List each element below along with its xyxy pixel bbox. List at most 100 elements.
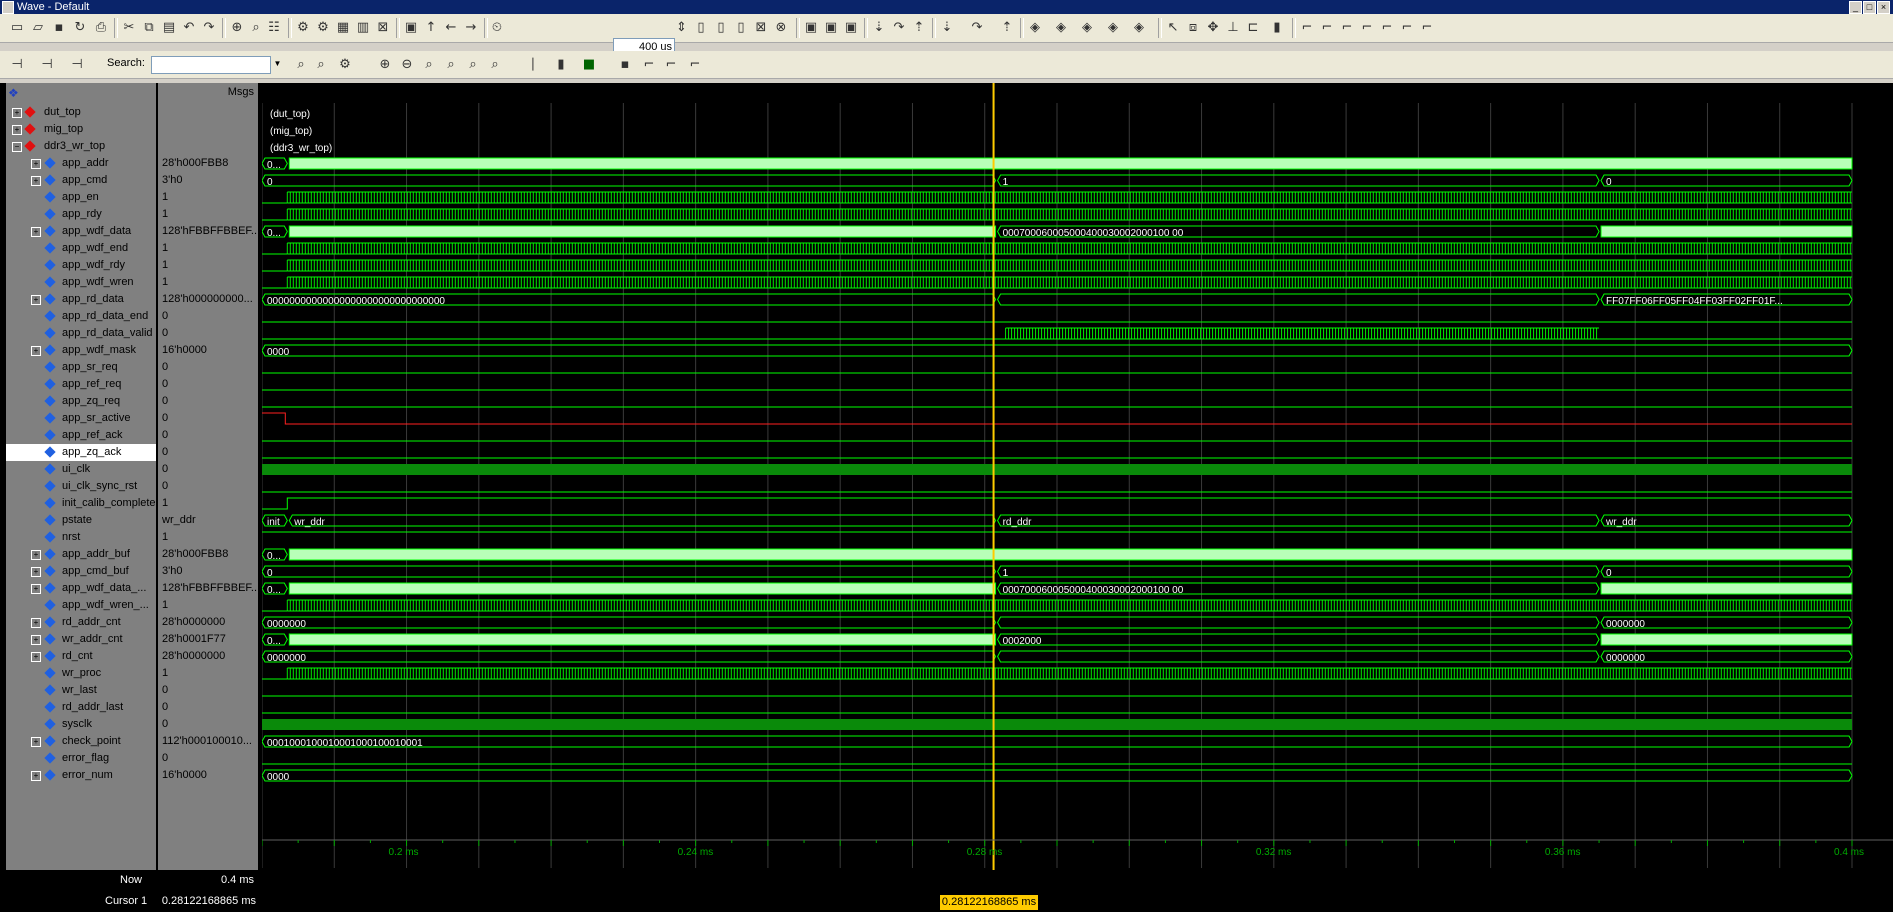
restart-icon[interactable]: ▣ [802, 19, 820, 37]
open-folder-icon[interactable]: ▱ [29, 19, 47, 37]
signal-row[interactable]: + mig_top [6, 121, 156, 138]
compile-icon[interactable]: ⚙ [294, 19, 312, 37]
undo-icon[interactable]: ↶ [180, 19, 198, 37]
select-pointer-icon[interactable]: ↖ [1164, 19, 1182, 37]
zoom-mode-icon[interactable]: ⧈ [1184, 19, 1202, 37]
cursor-add-icon[interactable]: ⎸ [530, 56, 548, 74]
signal-row[interactable]: + app_wdf_mask [6, 342, 156, 359]
find-icon[interactable]: ⌕ [247, 19, 265, 37]
signal-row[interactable]: app_wdf_end [6, 240, 156, 257]
wave-format-icon[interactable]: ▪ [616, 56, 634, 74]
signal-row[interactable]: app_zq_ack [6, 444, 156, 461]
edit-mode-icon[interactable]: ✥ [1204, 19, 1222, 37]
signal-row[interactable]: app_rdy [6, 206, 156, 223]
back-icon[interactable]: ← [442, 19, 460, 37]
cut-icon[interactable]: ✂ [120, 19, 138, 37]
maximize-icon[interactable]: □ [1863, 1, 1876, 14]
wave-options-icon[interactable]: ❖ [8, 86, 19, 100]
continue-icon[interactable]: ▯ [712, 19, 730, 37]
save-icon[interactable]: ▪ [50, 19, 68, 37]
signal-row[interactable]: + rd_addr_cnt [6, 614, 156, 631]
signal-row[interactable]: + app_rd_data [6, 291, 156, 308]
expand-toggle-icon[interactable]: + [31, 346, 41, 356]
forward-icon[interactable]: → [462, 19, 480, 37]
signal-row[interactable]: + error_num [6, 767, 156, 784]
edge-rise2-icon[interactable]: ⌐ [1418, 19, 1436, 37]
break-icon[interactable]: ▥ [354, 19, 372, 37]
signal-row[interactable]: + app_addr [6, 155, 156, 172]
expand-toggle-icon[interactable]: + [31, 771, 41, 781]
expand-toggle-icon[interactable]: + [31, 652, 41, 662]
expand-toggle-icon[interactable]: + [31, 295, 41, 305]
signal-row[interactable]: nrst [6, 529, 156, 546]
expand-toggle-icon[interactable]: + [12, 125, 22, 135]
zoom-in-icon[interactable]: ⊕ [376, 56, 394, 74]
step-up-icon[interactable]: ⇡ [998, 19, 1016, 37]
cursor-lock-icon[interactable]: ■ [580, 56, 598, 74]
expand-toggle-icon[interactable]: + [12, 108, 22, 118]
simulate-icon[interactable]: ▦ [334, 19, 352, 37]
waveform-canvas[interactable]: (dut_top) (mig_top) (ddr3_wr_top) 0... 0 1 0 0.… [262, 83, 1893, 870]
step-out-icon[interactable]: ⇡ [910, 19, 928, 37]
signal-row[interactable]: + wr_addr_cnt [6, 631, 156, 648]
expand-toggle-icon[interactable]: + [31, 176, 41, 186]
step-icon[interactable]: ⇣ [870, 19, 888, 37]
wave-edit-icon[interactable]: ⊏ [1244, 19, 1262, 37]
edge-rise-icon[interactable]: ⌐ [1298, 19, 1316, 37]
signal-row[interactable]: app_zq_req [6, 393, 156, 410]
signal-row[interactable]: rd_addr_last [6, 699, 156, 716]
up-arrow-icon[interactable]: ↑ [422, 19, 440, 37]
search-input[interactable] [151, 56, 271, 74]
signal-row[interactable]: app_sr_active [6, 410, 156, 427]
wave-analog-icon[interactable]: ⌐ [662, 56, 680, 74]
insert-group-icon[interactable]: ⊣ [38, 56, 56, 74]
edge-prev-icon[interactable]: ⌐ [1378, 19, 1396, 37]
spin-icon[interactable]: ⇕ [676, 19, 687, 37]
compile-all-icon[interactable]: ⚙ [314, 19, 332, 37]
signal-row[interactable]: wr_last [6, 682, 156, 699]
insert-divider-icon[interactable]: ⊣ [8, 56, 26, 74]
signal-row[interactable]: + app_wdf_data [6, 223, 156, 240]
edge-fall2-icon[interactable]: ⌐ [1398, 19, 1416, 37]
signal-row[interactable]: app_ref_ack [6, 427, 156, 444]
expand-toggle-icon[interactable]: + [31, 159, 41, 169]
signal-row[interactable]: app_ref_req [6, 376, 156, 393]
signal-row[interactable]: + check_point [6, 733, 156, 750]
format-icon[interactable]: ☷ [265, 19, 283, 37]
signal-row[interactable]: app_wdf_wren_... [6, 597, 156, 614]
signal-row[interactable]: sysclk [6, 716, 156, 733]
step-over-icon[interactable]: ↷ [890, 19, 908, 37]
add-wave-icon[interactable]: ⊕ [228, 19, 246, 37]
expand-toggle-icon[interactable]: + [31, 227, 41, 237]
search-next-icon[interactable]: ⌕ [312, 56, 330, 74]
expand-toggle-icon[interactable]: + [31, 567, 41, 577]
stretch-icon[interactable]: ⊥ [1224, 19, 1242, 37]
signal-row[interactable]: app_wdf_rdy [6, 257, 156, 274]
signal-row[interactable]: app_rd_data_valid [6, 325, 156, 342]
expand-toggle-icon[interactable]: + [31, 635, 41, 645]
signal-row[interactable]: app_sr_req [6, 359, 156, 376]
quit-sim-icon[interactable]: ▣ [822, 19, 840, 37]
search-wave-icon[interactable]: ⌕ [292, 56, 310, 74]
signal-row[interactable]: + app_wdf_data_... [6, 580, 156, 597]
cursor-time-box[interactable]: 0.28122168865 ms [940, 895, 1038, 910]
expand-toggle-icon[interactable]: + [31, 737, 41, 747]
signal-row[interactable]: ui_clk_sync_rst [6, 478, 156, 495]
signal-row[interactable]: + app_addr_buf [6, 546, 156, 563]
edge-next-icon[interactable]: ⌐ [1358, 19, 1376, 37]
copy-icon[interactable]: ⧉ [140, 19, 158, 37]
search-options-icon[interactable]: ⚙ [336, 56, 354, 74]
print-icon[interactable]: ⎙ [92, 19, 110, 37]
signal-row[interactable]: error_flag [6, 750, 156, 767]
expand-toggle-icon[interactable]: − [12, 142, 22, 152]
edge-fall-icon[interactable]: ⌐ [1318, 19, 1336, 37]
expand-toggle-icon[interactable]: + [31, 584, 41, 594]
wave-compare-icon[interactable]: ◈ [1026, 19, 1044, 37]
signal-row[interactable]: ui_clk [6, 461, 156, 478]
break-run-icon[interactable]: ⊠ [752, 19, 770, 37]
edge-any-icon[interactable]: ⌐ [1338, 19, 1356, 37]
wave-compare2-icon[interactable]: ◈ [1052, 19, 1070, 37]
paste-icon[interactable]: ▤ [160, 19, 178, 37]
step-over2-icon[interactable]: ↷ [968, 19, 986, 37]
step-down-icon[interactable]: ⇣ [938, 19, 956, 37]
